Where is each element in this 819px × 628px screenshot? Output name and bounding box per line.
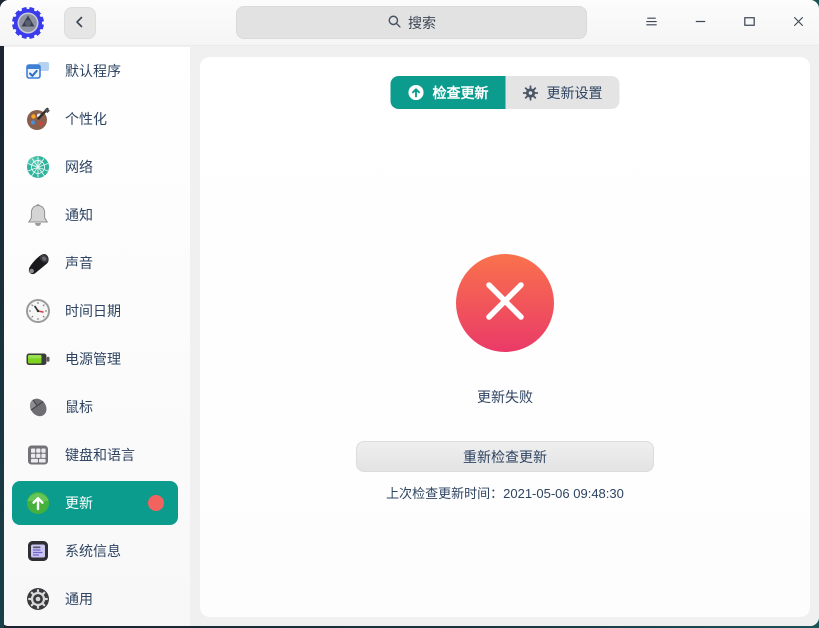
notifications-icon bbox=[24, 201, 52, 229]
sidebar-item-label: 系统信息 bbox=[65, 543, 121, 559]
sidebar-item-label: 更新 bbox=[65, 495, 93, 511]
chevron-left-icon bbox=[72, 14, 88, 33]
sidebar-item-label: 网络 bbox=[65, 159, 93, 175]
maximize-icon bbox=[742, 14, 757, 32]
maximize-button[interactable] bbox=[734, 8, 764, 38]
sidebar-item-label: 键盘和语言 bbox=[65, 447, 135, 463]
sidebar-item-sound[interactable]: 声音 bbox=[0, 239, 190, 287]
sidebar-item-label: 声音 bbox=[65, 255, 93, 271]
sidebar-item-time-date[interactable]: 时间日期 bbox=[0, 287, 190, 335]
general-icon bbox=[24, 585, 52, 613]
sidebar-item-label: 鼠标 bbox=[65, 399, 93, 415]
sound-icon bbox=[24, 249, 52, 277]
sidebar-item-label: 个性化 bbox=[65, 111, 107, 127]
sidebar-item-mouse[interactable]: 鼠标 bbox=[0, 383, 190, 431]
cross-icon bbox=[456, 252, 554, 355]
tab-update-settings[interactable]: 更新设置 bbox=[505, 76, 620, 109]
titlebar: 搜索 bbox=[0, 0, 819, 46]
app-window: 搜索 默认程序 个性化 网络 通知 声音 时间日期 电源管理 鼠标 键盘和语言 … bbox=[0, 0, 819, 626]
content-area: 检查更新 更新设置 更新失败 重新检查更新 上次检查更新时间：2021-05-0… bbox=[190, 47, 819, 626]
sidebar-item-notifications[interactable]: 通知 bbox=[0, 191, 190, 239]
hamburger-menu-icon bbox=[644, 14, 659, 32]
time-date-icon bbox=[24, 297, 52, 325]
sidebar-item-personalization[interactable]: 个性化 bbox=[0, 95, 190, 143]
tab-check-updates[interactable]: 检查更新 bbox=[390, 76, 506, 109]
tab-label: 检查更新 bbox=[432, 84, 489, 101]
close-icon bbox=[791, 14, 806, 32]
back-button[interactable] bbox=[64, 7, 96, 39]
update-failed-icon bbox=[456, 254, 554, 352]
last-check-time: 上次检查更新时间：2021-05-06 09:48:30 bbox=[386, 486, 624, 501]
sidebar-item-update[interactable]: 更新 bbox=[12, 481, 178, 525]
search-placeholder: 搜索 bbox=[408, 14, 436, 31]
search-icon bbox=[387, 14, 402, 32]
window-controls bbox=[636, 8, 813, 38]
sidebar-item-label: 通用 bbox=[65, 591, 93, 607]
update-icon bbox=[24, 489, 52, 517]
search-input[interactable]: 搜索 bbox=[236, 6, 587, 39]
default-apps-icon bbox=[24, 57, 52, 85]
update-badge bbox=[148, 495, 164, 511]
sidebar: 默认程序 个性化 网络 通知 声音 时间日期 电源管理 鼠标 键盘和语言 更新 … bbox=[0, 47, 190, 626]
network-icon bbox=[24, 153, 52, 181]
update-panel: 检查更新 更新设置 更新失败 重新检查更新 上次检查更新时间：2021-05-0… bbox=[200, 57, 810, 617]
minimize-icon bbox=[693, 14, 708, 32]
mouse-icon bbox=[24, 393, 52, 421]
sidebar-item-default-apps[interactable]: 默认程序 bbox=[0, 47, 190, 95]
control-center-app-icon bbox=[8, 3, 48, 43]
sidebar-item-power[interactable]: 电源管理 bbox=[0, 335, 190, 383]
tab-group: 检查更新 更新设置 bbox=[390, 76, 620, 109]
sidebar-item-label: 时间日期 bbox=[65, 303, 121, 319]
sidebar-item-system-info[interactable]: 系统信息 bbox=[0, 527, 190, 575]
sidebar-item-label: 通知 bbox=[65, 207, 93, 223]
close-button[interactable] bbox=[783, 8, 813, 38]
recheck-updates-button[interactable]: 重新检查更新 bbox=[356, 441, 654, 472]
status-text: 更新失败 bbox=[477, 389, 533, 405]
menu-button[interactable] bbox=[636, 8, 666, 38]
personalization-icon bbox=[24, 105, 52, 133]
gear-icon bbox=[522, 84, 539, 101]
sidebar-item-label: 默认程序 bbox=[65, 63, 121, 79]
sidebar-item-network[interactable]: 网络 bbox=[0, 143, 190, 191]
desktop-edge bbox=[0, 46, 4, 628]
update-arrow-icon bbox=[408, 84, 425, 101]
sidebar-item-keyboard-language[interactable]: 键盘和语言 bbox=[0, 431, 190, 479]
power-icon bbox=[24, 345, 52, 373]
keyboard-language-icon bbox=[24, 441, 52, 469]
sidebar-item-general[interactable]: 通用 bbox=[0, 575, 190, 623]
sidebar-item-label: 电源管理 bbox=[65, 351, 121, 367]
minimize-button[interactable] bbox=[685, 8, 715, 38]
tab-label: 更新设置 bbox=[546, 84, 603, 101]
system-info-icon bbox=[24, 537, 52, 565]
